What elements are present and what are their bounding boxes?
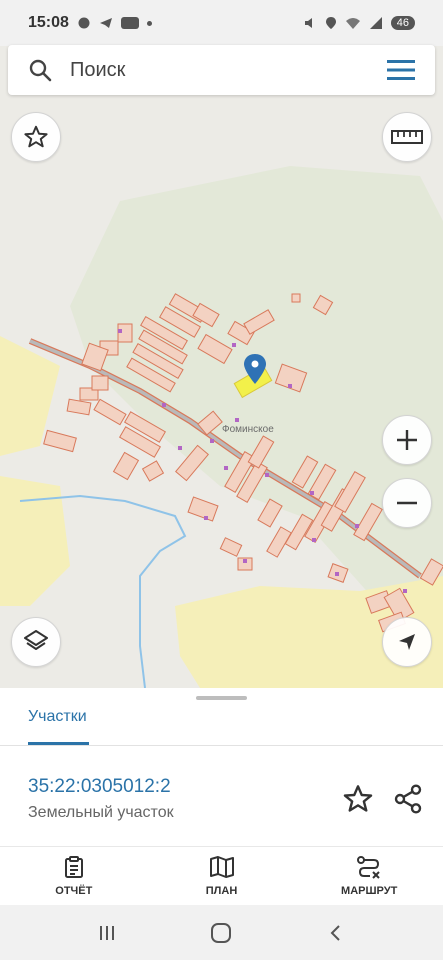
route-icon: [357, 856, 380, 879]
notification-dot-icon: [146, 20, 152, 26]
sheet-drag-handle[interactable]: [196, 696, 247, 700]
minus-icon: [397, 501, 417, 505]
zoom-in-button[interactable]: [382, 415, 432, 465]
ruler-icon: [391, 130, 423, 144]
layers-icon: [24, 630, 48, 650]
back-icon[interactable]: [326, 923, 346, 943]
share-icon[interactable]: [392, 783, 424, 815]
search-input[interactable]: Поиск: [70, 59, 125, 82]
mute-icon: [304, 18, 312, 28]
parcel[interactable]: [66, 398, 92, 416]
nav-route-button[interactable]: МАРШРУТ: [295, 847, 443, 905]
nav-plan-label: ПЛАН: [205, 885, 238, 897]
status-bar: 15:08 46: [0, 0, 443, 46]
telegram-icon: [99, 18, 112, 28]
forest-area: [70, 166, 443, 646]
recent-apps-icon[interactable]: [97, 923, 117, 943]
parcel[interactable]: [187, 496, 219, 522]
chat-icon: [78, 17, 90, 29]
parcel[interactable]: [219, 537, 243, 557]
nav-plan-button[interactable]: ПЛАН: [148, 847, 296, 905]
parcel[interactable]: [43, 429, 77, 453]
map-view[interactable]: Фоминское: [0, 46, 443, 688]
search-icon: [29, 59, 52, 82]
bottom-navigation: ОТЧЁТ ПЛАН МАРШРУТ: [0, 847, 443, 905]
ruler-button[interactable]: [382, 112, 432, 162]
nav-route-label: МАРШРУТ: [341, 885, 398, 897]
wifi-icon: [345, 18, 360, 29]
parcel[interactable]: [112, 451, 140, 481]
vk-icon: [120, 17, 139, 29]
status-time: 15:08: [28, 14, 69, 31]
star-icon: [24, 125, 48, 148]
parcel[interactable]: [91, 375, 109, 391]
settlement-label: Фоминское: [222, 424, 274, 435]
plus-icon: [397, 430, 417, 450]
favorite-map-button[interactable]: [11, 112, 61, 162]
layers-button[interactable]: [11, 617, 61, 667]
signal-icon: [369, 17, 382, 29]
navigation-arrow-icon: [399, 634, 415, 650]
parcel[interactable]: [141, 460, 165, 482]
search-bar[interactable]: Поиск: [8, 45, 435, 95]
tab-parcels[interactable]: Участки: [28, 708, 87, 726]
nav-report-label: ОТЧЁТ: [55, 885, 93, 897]
report-clipboard-icon: [64, 856, 83, 878]
zoom-out-button[interactable]: [382, 478, 432, 528]
divider: [0, 745, 443, 746]
locate-me-button[interactable]: [382, 617, 432, 667]
parcel[interactable]: [291, 293, 301, 303]
parcel[interactable]: [93, 398, 127, 426]
nav-report-button[interactable]: ОТЧЁТ: [0, 847, 148, 905]
location-pin-dot: [251, 360, 259, 368]
object-type-label: Земельный участок: [28, 804, 174, 821]
system-navigation-bar: [0, 905, 443, 960]
map-plan-icon: [209, 856, 234, 878]
cadastral-number-link[interactable]: 35:22:0305012:2: [28, 776, 171, 798]
add-favorite-star-icon[interactable]: [342, 783, 374, 815]
location-icon: [325, 17, 336, 29]
field-area-southwest: [0, 476, 70, 606]
home-icon[interactable]: [210, 922, 232, 944]
battery-indicator: 46: [390, 16, 415, 30]
map-canvas[interactable]: [0, 46, 443, 688]
hamburger-menu-icon[interactable]: [387, 59, 415, 81]
